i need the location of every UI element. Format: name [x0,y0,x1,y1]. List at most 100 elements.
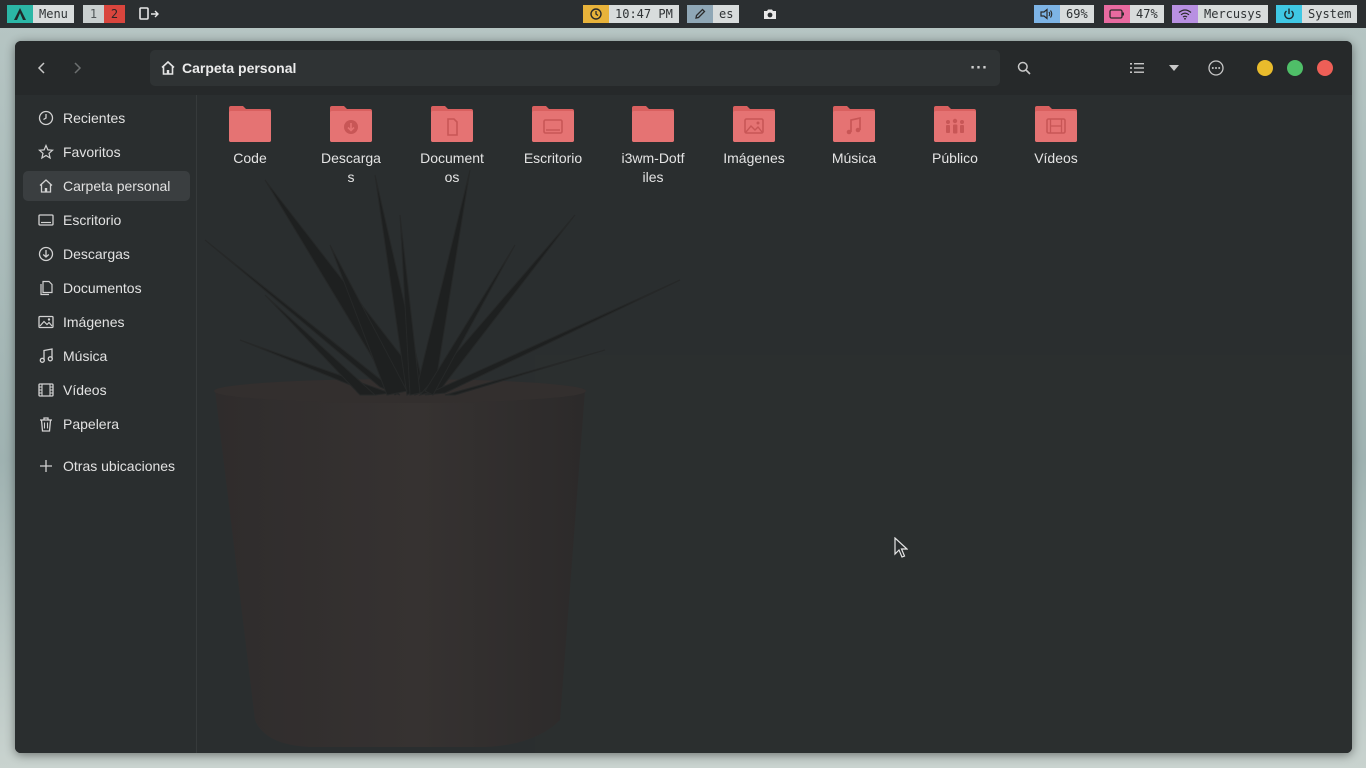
workspace-switcher: 1 2 [83,5,125,23]
keyboard-layout-label: es [713,5,740,23]
close-button[interactable] [1317,60,1333,76]
sidebar-item-descargas[interactable]: Descargas [23,239,190,269]
sidebar-item-label: Vídeos [63,382,107,398]
clock-widget[interactable]: 10:47 PM [583,5,679,23]
sidebar-item-documentos[interactable]: Documentos [23,273,190,303]
sidebar-item-label: Carpeta personal [63,178,171,194]
sidebar-item-escritorio[interactable]: Escritorio [23,205,190,235]
folder-publico[interactable]: Público [910,105,1000,168]
maximize-button[interactable] [1287,60,1303,76]
download-folder-icon [329,105,373,143]
star-icon [38,144,54,160]
top-panel: Menu 1 2 10:47 PM es 69% 47% Mercusys Sy… [0,0,1366,28]
network-name: Mercusys [1198,5,1268,23]
sidebar-item-papelera[interactable]: Papelera [23,409,190,439]
content-area: Recientes Favoritos Carpeta personal Esc… [15,95,1352,753]
folder-label: Música [831,150,877,166]
plant-wallpaper-image [15,95,1352,753]
camera-icon[interactable] [762,5,778,23]
sidebar-item-otras-ubicaciones[interactable]: Otras ubicaciones [23,451,190,481]
app-menu-button[interactable]: Menu [7,5,74,23]
home-icon [38,178,54,194]
plus-icon [38,458,54,474]
power-icon [1276,5,1302,23]
forward-button[interactable] [64,55,90,81]
folder-label: i3wm-Dotfiles [621,150,685,185]
sidebar-item-label: Documentos [63,280,142,296]
battery-widget[interactable]: 47% [1104,5,1164,23]
path-options-button[interactable]: ··· [966,55,992,81]
image-icon [38,314,54,330]
clock-icon [583,5,609,23]
folder-icon [631,105,675,143]
folder-label: Vídeos [1034,150,1078,166]
wifi-icon [1172,5,1198,23]
app-menu-label: Menu [33,5,74,23]
search-icon [1017,61,1031,75]
document-icon [38,280,54,296]
folder-label: Público [932,150,978,166]
chevron-right-icon [74,62,82,74]
minimize-button[interactable] [1257,60,1273,76]
file-manager-window: Carpeta personal ··· Recientes Favoritos… [15,41,1352,753]
sidebar-item-label: Descargas [63,246,130,262]
folder-label: Code [233,150,267,166]
sidebar: Recientes Favoritos Carpeta personal Esc… [15,95,197,753]
sidebar-item-label: Favoritos [63,144,121,160]
image-folder-icon [732,105,776,143]
caret-down-icon [1169,65,1179,71]
desktop-folder-icon [531,105,575,143]
window-header: Carpeta personal ··· [15,41,1352,95]
sidebar-item-carpeta-personal[interactable]: Carpeta personal [23,171,190,201]
sidebar-item-musica[interactable]: Música [23,341,190,371]
clock-time: 10:47 PM [609,5,679,23]
film-icon [38,382,54,398]
folder-escritorio[interactable]: Escritorio [508,105,598,168]
list-icon [1130,63,1144,73]
system-label: System [1302,5,1358,23]
sidebar-item-videos[interactable]: Vídeos [23,375,190,405]
pencil-icon [687,5,713,23]
keyboard-layout-widget[interactable]: es [687,5,740,23]
folder-label: Imágenes [723,150,785,166]
folder-imagenes[interactable]: Imágenes [709,105,799,168]
folder-code[interactable]: Code [205,105,295,168]
main-menu-button[interactable] [1203,55,1229,81]
folder-musica[interactable]: Música [809,105,899,168]
volume-level: 69% [1060,5,1094,23]
sidebar-item-label: Imágenes [63,314,125,330]
folder-label: Escritorio [523,150,583,166]
sidebar-item-imagenes[interactable]: Imágenes [23,307,190,337]
music-icon [38,348,54,364]
workspace-2-button[interactable]: 2 [104,5,125,23]
folder-icon [228,105,272,143]
sidebar-item-favoritos[interactable]: Favoritos [23,137,190,167]
battery-icon [1104,5,1130,23]
speaker-icon [1034,5,1060,23]
view-options-dropdown[interactable] [1161,55,1187,81]
battery-level: 47% [1130,5,1164,23]
video-folder-icon [1034,105,1078,143]
current-folder-title: Carpeta personal [182,60,297,76]
folder-documentos[interactable]: Documentos [407,105,497,187]
more-horizontal-icon: ··· [970,60,988,76]
back-button[interactable] [29,55,55,81]
mouse-pointer-icon [894,536,909,563]
volume-widget[interactable]: 69% [1034,5,1094,23]
network-widget[interactable]: Mercusys [1172,5,1268,23]
system-menu-button[interactable]: System [1276,5,1358,23]
location-bar[interactable]: Carpeta personal ··· [150,50,1000,86]
clock-icon [38,110,54,126]
window-switch-icon[interactable] [139,5,161,23]
folder-i3wm-dotfiles[interactable]: i3wm-Dotfiles [608,105,698,187]
folder-descargas[interactable]: Descargas [306,105,396,187]
workspace-1-button[interactable]: 1 [83,5,104,23]
sidebar-item-recientes[interactable]: Recientes [23,103,190,133]
list-view-button[interactable] [1124,55,1150,81]
search-button[interactable] [1011,55,1037,81]
folder-label: Descargas [321,150,381,185]
sidebar-item-label: Música [63,348,108,364]
folder-videos[interactable]: Vídeos [1011,105,1101,168]
download-icon [38,246,54,262]
trash-icon [38,416,54,432]
